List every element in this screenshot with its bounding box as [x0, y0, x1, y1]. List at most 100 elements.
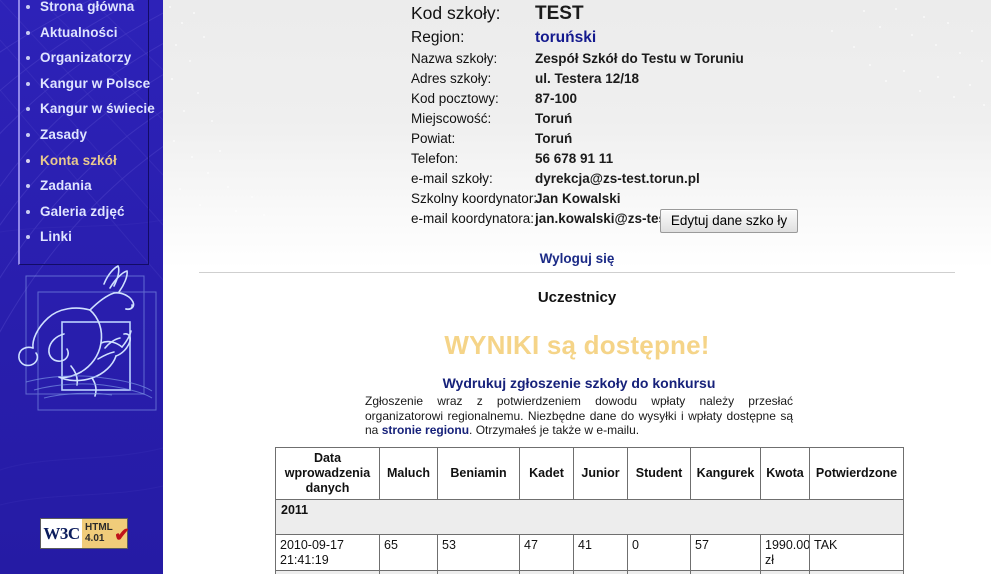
field-label: Kod szkoły:: [411, 3, 501, 23]
cell-potwierdzone: [809, 570, 904, 574]
sidebar-item-label: Galeria zdjęć: [40, 203, 125, 219]
sidebar-item-linki[interactable]: Linki: [20, 230, 148, 244]
field-value: toruński: [535, 29, 597, 46]
cell-beniamin: [437, 570, 520, 574]
bullet-icon: [26, 81, 30, 86]
print-registration-paragraph: Zgłoszenie wraz z potwierdzeniem dowodu …: [365, 394, 793, 438]
sidebar-item-label: Zadania: [40, 178, 92, 194]
sidebar-item-zasady[interactable]: Zasady: [20, 126, 148, 142]
sidebar-item-kangur-w-swiecie[interactable]: Kangur w świecie: [20, 102, 155, 116]
edit-school-data-button[interactable]: Edytuj dane szko ły: [659, 209, 799, 233]
table-year-label: 2011: [275, 499, 904, 535]
field-label: Telefon:: [411, 151, 459, 166]
sidebar-item-label: Strona główna: [40, 0, 135, 14]
column-header-kangurek: Kangurek: [690, 447, 761, 500]
cell-date: 2010-09-17 21:41:19: [275, 534, 380, 571]
results-table: 2011 Data wprowadzenia danych Maluch Ben…: [275, 447, 904, 574]
school-info-row-miejscowosc: Miejscowość: Toruń: [411, 109, 971, 129]
main-content: Kod szkoły: TEST Region: toruński Nazwa …: [163, 0, 991, 574]
bullet-icon: [26, 184, 30, 189]
field-label: Adres szkoły:: [411, 71, 492, 86]
school-info-row-koordynator: Szkolny koordynator: Jan Kowalski: [411, 189, 971, 209]
field-value: Zespół Szkół do Testu w Toruniu: [535, 51, 744, 66]
school-info-row-email-szkoly: e-mail szkoły: dyrekcja@zs-test.torun.pl: [411, 169, 971, 189]
sidebar-item-strona-glowna[interactable]: Strona główna: [20, 0, 148, 14]
cell-junior: 41: [573, 534, 628, 571]
results-available-banner: WYNIKI są dostępne!: [444, 330, 710, 360]
bullet-icon: [26, 235, 30, 240]
sidebar: Strona główna Aktualności Organizatorzy …: [0, 0, 163, 574]
print-para-part2: . Otrzymałeś je także w e-mailu.: [469, 423, 640, 438]
field-label: Region:: [411, 29, 465, 46]
school-info-row-region: Region: toruński: [411, 27, 971, 49]
field-value: dyrekcja@zs-test.torun.pl: [535, 171, 700, 186]
column-header-student: Student: [627, 447, 691, 500]
column-header-potwierdzone: Potwierdzone: [809, 447, 904, 500]
sidebar-item-galeria-zdjec[interactable]: Galeria zdjęć: [20, 203, 148, 219]
column-header-junior: Junior: [573, 447, 628, 500]
sidebar-menu: Strona główna Aktualności Organizatorzy …: [18, 0, 155, 265]
school-info-row-nazwa-szkoly: Nazwa szkoły: Zespół Szkół do Testu w To…: [411, 49, 971, 69]
school-info-block: Kod szkoły: TEST Region: toruński Nazwa …: [411, 0, 971, 229]
cell-kwota: 1990.00 zł: [760, 534, 810, 571]
field-label: Nazwa szkoły:: [411, 51, 498, 66]
bullet-icon: [26, 209, 30, 214]
field-value: Toruń: [535, 131, 573, 146]
cell-potwierdzone: TAK: [809, 534, 904, 571]
print-registration-heading: Wydrukuj zgłoszenie szkoły do konkursu: [442, 375, 716, 391]
sidebar-item-label: Aktualności: [40, 24, 118, 40]
school-info-row-adres-szkoly: Adres szkoły: ul. Testera 12/18: [411, 69, 971, 89]
participants-heading: Uczestnicy: [537, 289, 617, 306]
sidebar-item-label: Kangur w Polsce: [40, 75, 151, 91]
cell-kwota: 1990.00: [760, 570, 810, 574]
table-row: 1990.00: [275, 570, 904, 574]
field-value: Toruń: [535, 111, 573, 126]
field-label: e-mail szkoły:: [411, 171, 493, 186]
bullet-icon: [26, 158, 30, 163]
column-header-maluch: Maluch: [379, 447, 438, 500]
school-info-row-powiat: Powiat: Toruń: [411, 129, 971, 149]
field-value: 56 678 91 11: [535, 151, 614, 166]
sidebar-item-label: Kangur w świecie: [40, 101, 155, 117]
field-label: Miejscowość:: [411, 111, 492, 126]
w3c-html-validation-badge[interactable]: W3C HTML 4.01 ✔: [40, 518, 130, 549]
cell-maluch: 65: [379, 534, 438, 571]
logout-link[interactable]: Wyloguj się: [540, 251, 615, 266]
sidebar-item-zadania[interactable]: Zadania: [20, 179, 148, 193]
bullet-icon: [26, 107, 30, 112]
bullet-icon: [26, 56, 30, 61]
sidebar-item-label: Linki: [40, 229, 73, 245]
cell-student: [627, 570, 691, 574]
table-header-row: Data wprowadzenia danych Maluch Beniamin…: [275, 447, 904, 500]
cell-student: 0: [627, 534, 691, 571]
school-info-row-kod-pocztowy: Kod pocztowy: 87-100: [411, 89, 971, 109]
field-value: Jan Kowalski: [535, 191, 621, 206]
horizontal-divider: [199, 272, 955, 273]
table-row: 2010-09-17 21:41:19 65 53 47 41 0 57 199…: [275, 534, 904, 571]
bullet-icon: [26, 5, 30, 9]
sidebar-item-aktualnosci[interactable]: Aktualności: [20, 24, 148, 40]
sidebar-item-konta-szkol[interactable]: Konta szkół: [20, 153, 148, 168]
column-header-beniamin: Beniamin: [437, 447, 520, 500]
cell-kangurek: [690, 570, 761, 574]
cell-kadet: [519, 570, 574, 574]
region-page-link[interactable]: stronie regionu: [382, 423, 469, 437]
field-value: 87-100: [535, 91, 578, 106]
w3c-badge-text: HTML 4.01 ✔: [82, 519, 130, 548]
logout-container: Wyloguj się: [163, 251, 991, 266]
school-info-row-kod-szkoly: Kod szkoły: TEST: [411, 0, 971, 27]
kangaroo-logo-icon: [4, 248, 162, 443]
sidebar-item-kangur-w-polsce[interactable]: Kangur w Polsce: [20, 75, 151, 91]
print-registration-block: Wydrukuj zgłoszenie szkoły do konkursu Z…: [365, 375, 793, 438]
column-header-kwota: Kwota: [760, 447, 810, 500]
bullet-icon: [26, 132, 30, 137]
table-year-row: 2011: [275, 499, 904, 535]
sidebar-item-label: Zasady: [40, 126, 88, 142]
cell-kadet: 47: [519, 534, 574, 571]
checkmark-icon: ✔: [114, 525, 130, 546]
field-value: TEST: [535, 3, 584, 24]
sidebar-item-organizatorzy[interactable]: Organizatorzy: [20, 51, 148, 65]
cell-junior: [573, 570, 628, 574]
results-table-container: 2011 Data wprowadzenia danych Maluch Ben…: [275, 447, 904, 574]
sidebar-item-label: Organizatorzy: [40, 50, 132, 66]
